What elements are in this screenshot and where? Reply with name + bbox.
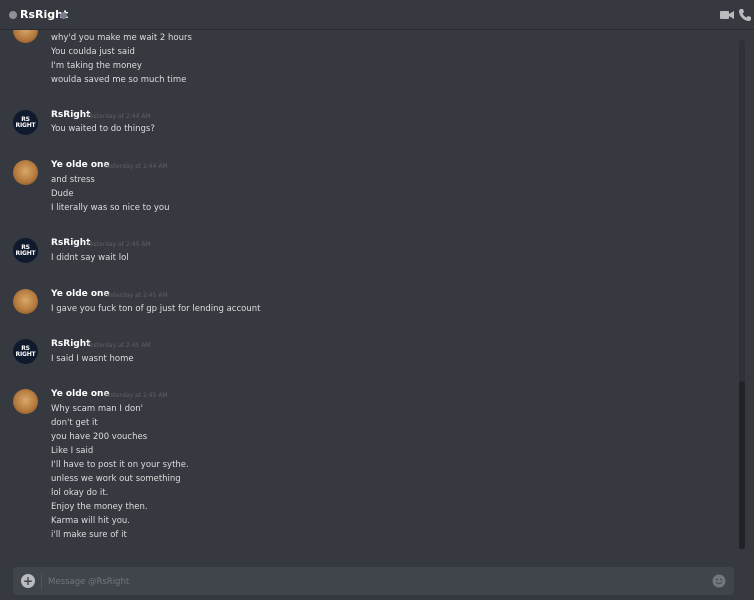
add-attachment-icon[interactable]: + bbox=[21, 574, 35, 588]
user-avatar-rsright[interactable]: RS RIGHT bbox=[13, 110, 38, 135]
user-avatar-rsright[interactable]: RS RIGHT bbox=[13, 339, 38, 364]
message-line: Enjoy the money then. bbox=[51, 502, 148, 512]
message-author[interactable]: Ye olde one bbox=[51, 160, 110, 170]
message-line: I'll have to post it on your sythe. bbox=[51, 460, 189, 470]
user-avatar-ye-olde-one[interactable] bbox=[13, 289, 38, 314]
message-input[interactable] bbox=[46, 571, 670, 593]
message-line: I didnt say wait lol bbox=[51, 253, 129, 263]
message-author[interactable]: Ye olde one bbox=[51, 389, 110, 399]
message-line: woulda saved me so much time bbox=[51, 75, 187, 85]
message-line: You coulda just said bbox=[51, 47, 135, 57]
video-camera-icon[interactable] bbox=[720, 9, 734, 21]
message-line: lol okay do it. bbox=[51, 488, 109, 498]
status-dot-icon bbox=[9, 11, 17, 19]
message-line: I literally was so nice to you bbox=[51, 203, 170, 213]
message-line: You waited to do things? bbox=[51, 124, 155, 134]
avatar-logo-text: RS RIGHT bbox=[15, 344, 36, 358]
message-list: why'd you make me wait 2 hours You could… bbox=[0, 30, 740, 552]
user-avatar-rsright[interactable]: RS RIGHT bbox=[13, 238, 38, 263]
message-timestamp: Yesterday at 2:45 AM bbox=[104, 292, 168, 299]
user-avatar-ye-olde-one[interactable] bbox=[13, 30, 38, 43]
scrollbar-thumb[interactable] bbox=[739, 381, 745, 549]
message-timestamp: Yesterday at 2:45 AM bbox=[87, 342, 151, 349]
message-timestamp: Yesterday at 2:45 AM bbox=[104, 392, 168, 399]
emoji-picker-icon[interactable] bbox=[712, 574, 726, 588]
avatar-logo-text: RS RIGHT bbox=[15, 243, 36, 257]
online-status-icon bbox=[60, 12, 67, 19]
message-timestamp: Yesterday at 2:44 AM bbox=[87, 113, 151, 120]
message-line: Karma will hit you. bbox=[51, 516, 131, 526]
message-line: don't get it bbox=[51, 418, 98, 428]
message-line: i'll make sure of it bbox=[51, 530, 127, 540]
message-timestamp: Yesterday at 2:45 AM bbox=[87, 241, 151, 248]
message-line: I said I wasnt home bbox=[51, 354, 134, 364]
message-line: you have 200 vouches bbox=[51, 432, 148, 442]
channel-header: RsRight bbox=[0, 0, 754, 30]
message-line: Like I said bbox=[51, 446, 94, 456]
message-author[interactable]: RsRight bbox=[51, 110, 90, 120]
avatar-logo-text: RS RIGHT bbox=[15, 115, 36, 129]
message-line: I gave you fuck ton of gp just for lendi… bbox=[51, 304, 261, 314]
message-line: Why scam man I don' bbox=[51, 404, 143, 414]
message-author[interactable]: RsRight bbox=[51, 339, 90, 349]
user-avatar-ye-olde-one[interactable] bbox=[13, 160, 38, 185]
message-line: I'm taking the money bbox=[51, 61, 142, 71]
message-composer: + bbox=[13, 567, 734, 595]
message-author[interactable]: Ye olde one bbox=[51, 289, 110, 299]
user-avatar-ye-olde-one[interactable] bbox=[13, 389, 38, 414]
message-line: Dude bbox=[51, 189, 74, 199]
message-line: why'd you make me wait 2 hours bbox=[51, 33, 192, 43]
message-line: unless we work out something bbox=[51, 474, 181, 484]
phone-icon[interactable] bbox=[738, 8, 752, 22]
message-line: and stress bbox=[51, 175, 95, 185]
message-timestamp: Yesterday at 2:44 AM bbox=[104, 163, 168, 170]
composer-divider bbox=[41, 573, 42, 589]
message-author[interactable]: RsRight bbox=[51, 238, 90, 248]
